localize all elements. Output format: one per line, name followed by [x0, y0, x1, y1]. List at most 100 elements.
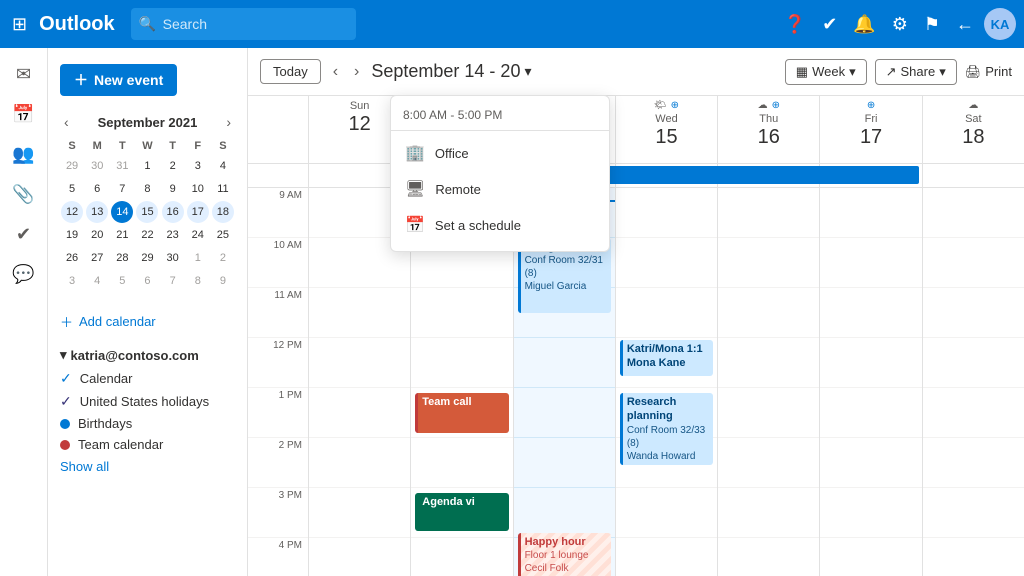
- mini-day[interactable]: 30: [162, 247, 184, 269]
- share-button[interactable]: ↗ Share ▾: [875, 59, 957, 85]
- popup-schedule-option[interactable]: 📅 Set a schedule: [391, 207, 609, 243]
- popup-remote-option[interactable]: 🖥 Remote: [391, 171, 609, 207]
- mini-day[interactable]: 4: [86, 270, 108, 292]
- mini-day[interactable]: 6: [136, 270, 158, 292]
- feedback-icon[interactable]: ←: [950, 8, 980, 41]
- mini-day[interactable]: 21: [111, 224, 133, 246]
- mini-day[interactable]: 13: [86, 201, 108, 223]
- agenda-event[interactable]: Agenda vi: [415, 493, 508, 531]
- time-slot-9am: 9 AM: [248, 188, 308, 238]
- avatar[interactable]: KA: [984, 8, 1016, 40]
- mini-day[interactable]: 3: [61, 270, 83, 292]
- mini-day[interactable]: 7: [111, 178, 133, 200]
- time-labels: 9 AM 10 AM 11 AM 12 PM 1 PM 2 PM 3 PM 4 …: [248, 188, 308, 576]
- mini-day[interactable]: 9: [212, 270, 234, 292]
- mini-day[interactable]: 28: [111, 247, 133, 269]
- mini-day[interactable]: 25: [212, 224, 234, 246]
- mini-day[interactable]: 24: [187, 224, 209, 246]
- mini-day[interactable]: 5: [111, 270, 133, 292]
- search-input[interactable]: [131, 8, 356, 40]
- popup-office-option[interactable]: 🏢 Office: [391, 135, 609, 171]
- location-plus[interactable]: ⊕: [772, 100, 780, 111]
- mini-day[interactable]: 22: [136, 224, 158, 246]
- date-range-display[interactable]: September 14 - 20 ▾: [371, 61, 531, 82]
- mini-day[interactable]: 11: [212, 178, 234, 200]
- location-plus[interactable]: ⊕: [671, 100, 679, 111]
- sidebar-item-chat[interactable]: 💬: [6, 256, 42, 292]
- mini-day[interactable]: 31: [111, 155, 133, 177]
- apps-icon[interactable]: ⊞: [8, 10, 31, 39]
- mini-day[interactable]: 8: [136, 178, 158, 200]
- check-icon[interactable]: ✔: [816, 8, 843, 41]
- print-button[interactable]: 🖨 Print: [965, 64, 1012, 80]
- sidebar-item-calendar[interactable]: 📅: [6, 96, 42, 132]
- mini-day[interactable]: 2: [212, 247, 234, 269]
- mini-day[interactable]: 10: [187, 178, 209, 200]
- dow-t2: T: [161, 138, 185, 154]
- mini-day[interactable]: 4: [212, 155, 234, 177]
- happy-hour-event[interactable]: Happy hour Floor 1 lounge Cecil Folk: [518, 533, 611, 576]
- calendars-section: ＋ Add calendar: [48, 300, 247, 339]
- next-week-button[interactable]: ›: [350, 59, 363, 85]
- bell-icon[interactable]: 🔔: [847, 8, 881, 41]
- mini-day[interactable]: 17: [187, 201, 209, 223]
- today-button[interactable]: Today: [260, 59, 321, 84]
- sidebar-item-tasks[interactable]: ✔: [6, 216, 42, 252]
- my-calendars-header[interactable]: ▾ katria@contoso.com: [60, 343, 235, 367]
- mini-day[interactable]: 30: [86, 155, 108, 177]
- mini-day[interactable]: 8: [187, 270, 209, 292]
- research-planning-event[interactable]: Research planning Conf Room 32/33 (8) Wa…: [620, 393, 713, 465]
- show-all-calendars[interactable]: Show all: [60, 455, 235, 478]
- add-calendar-button[interactable]: ＋ Add calendar: [60, 308, 235, 335]
- sidebar-item-mail[interactable]: ✉: [6, 56, 42, 92]
- mini-cal-title[interactable]: September 2021: [98, 115, 198, 130]
- mini-day[interactable]: 27: [86, 247, 108, 269]
- calendar-check-icon: ✓: [60, 393, 72, 410]
- mini-day-today[interactable]: 14: [111, 201, 133, 223]
- mini-day[interactable]: 29: [136, 247, 158, 269]
- sidebar: ＋ New event ‹ September 2021 › S M T W T…: [48, 48, 248, 576]
- mini-day[interactable]: 1: [187, 247, 209, 269]
- katri-mona-event[interactable]: Katri/Mona 1:1 Mona Kane: [620, 340, 713, 376]
- mini-day[interactable]: 2: [162, 155, 184, 177]
- mini-day[interactable]: 23: [162, 224, 184, 246]
- mini-cal-prev[interactable]: ‹: [60, 112, 73, 132]
- flag-icon[interactable]: ⚑: [918, 8, 946, 41]
- calendar-us-holidays[interactable]: ✓ United States holidays: [60, 390, 235, 413]
- sidebar-item-files[interactable]: 📎: [6, 176, 42, 212]
- help-icon[interactable]: ❓: [778, 8, 812, 41]
- main-area: ✉ 📅 👥 📎 ✔ 💬 ＋ New event ‹ September 2021…: [0, 48, 1024, 576]
- mini-cal-next[interactable]: ›: [222, 112, 235, 132]
- mini-day[interactable]: 16: [162, 201, 184, 223]
- location-plus[interactable]: ⊕: [867, 100, 875, 111]
- team-call-event[interactable]: Team call: [415, 393, 508, 433]
- mini-day[interactable]: 20: [86, 224, 108, 246]
- settings-icon[interactable]: ⚙: [886, 8, 914, 41]
- prev-week-button[interactable]: ‹: [329, 59, 342, 85]
- calendar-dot: [60, 440, 70, 450]
- mini-day[interactable]: 7: [162, 270, 184, 292]
- mini-day[interactable]: 5: [61, 178, 83, 200]
- mini-day[interactable]: 19: [61, 224, 83, 246]
- my-calendars-section: ▾ katria@contoso.com ✓ Calendar ✓ United…: [48, 339, 247, 482]
- mini-day[interactable]: 6: [86, 178, 108, 200]
- week-view-button[interactable]: ▦ Week ▾: [785, 59, 867, 85]
- mini-day[interactable]: 29: [61, 155, 83, 177]
- mini-day[interactable]: 12: [61, 201, 83, 223]
- calendar-birthdays[interactable]: Birthdays: [60, 413, 235, 434]
- app-logo: Outlook: [39, 13, 115, 36]
- sidebar-item-people[interactable]: 👥: [6, 136, 42, 172]
- calendar-calendar[interactable]: ✓ Calendar: [60, 367, 235, 390]
- header-day-sat: ☁ Sat 18: [922, 96, 1024, 163]
- mini-day[interactable]: 18: [212, 201, 234, 223]
- mini-day[interactable]: 1: [136, 155, 158, 177]
- calendar-toolbar: Today ‹ › September 14 - 20 ▾ ▦ Week ▾ ↗…: [248, 48, 1024, 96]
- mini-day[interactable]: 15: [136, 201, 158, 223]
- week-icon: ▦: [796, 64, 808, 80]
- mini-day[interactable]: 3: [187, 155, 209, 177]
- mini-day[interactable]: 9: [162, 178, 184, 200]
- calendar-team[interactable]: Team calendar: [60, 434, 235, 455]
- dow-w: W: [135, 138, 159, 154]
- mini-day[interactable]: 26: [61, 247, 83, 269]
- new-event-button[interactable]: ＋ New event: [60, 64, 177, 96]
